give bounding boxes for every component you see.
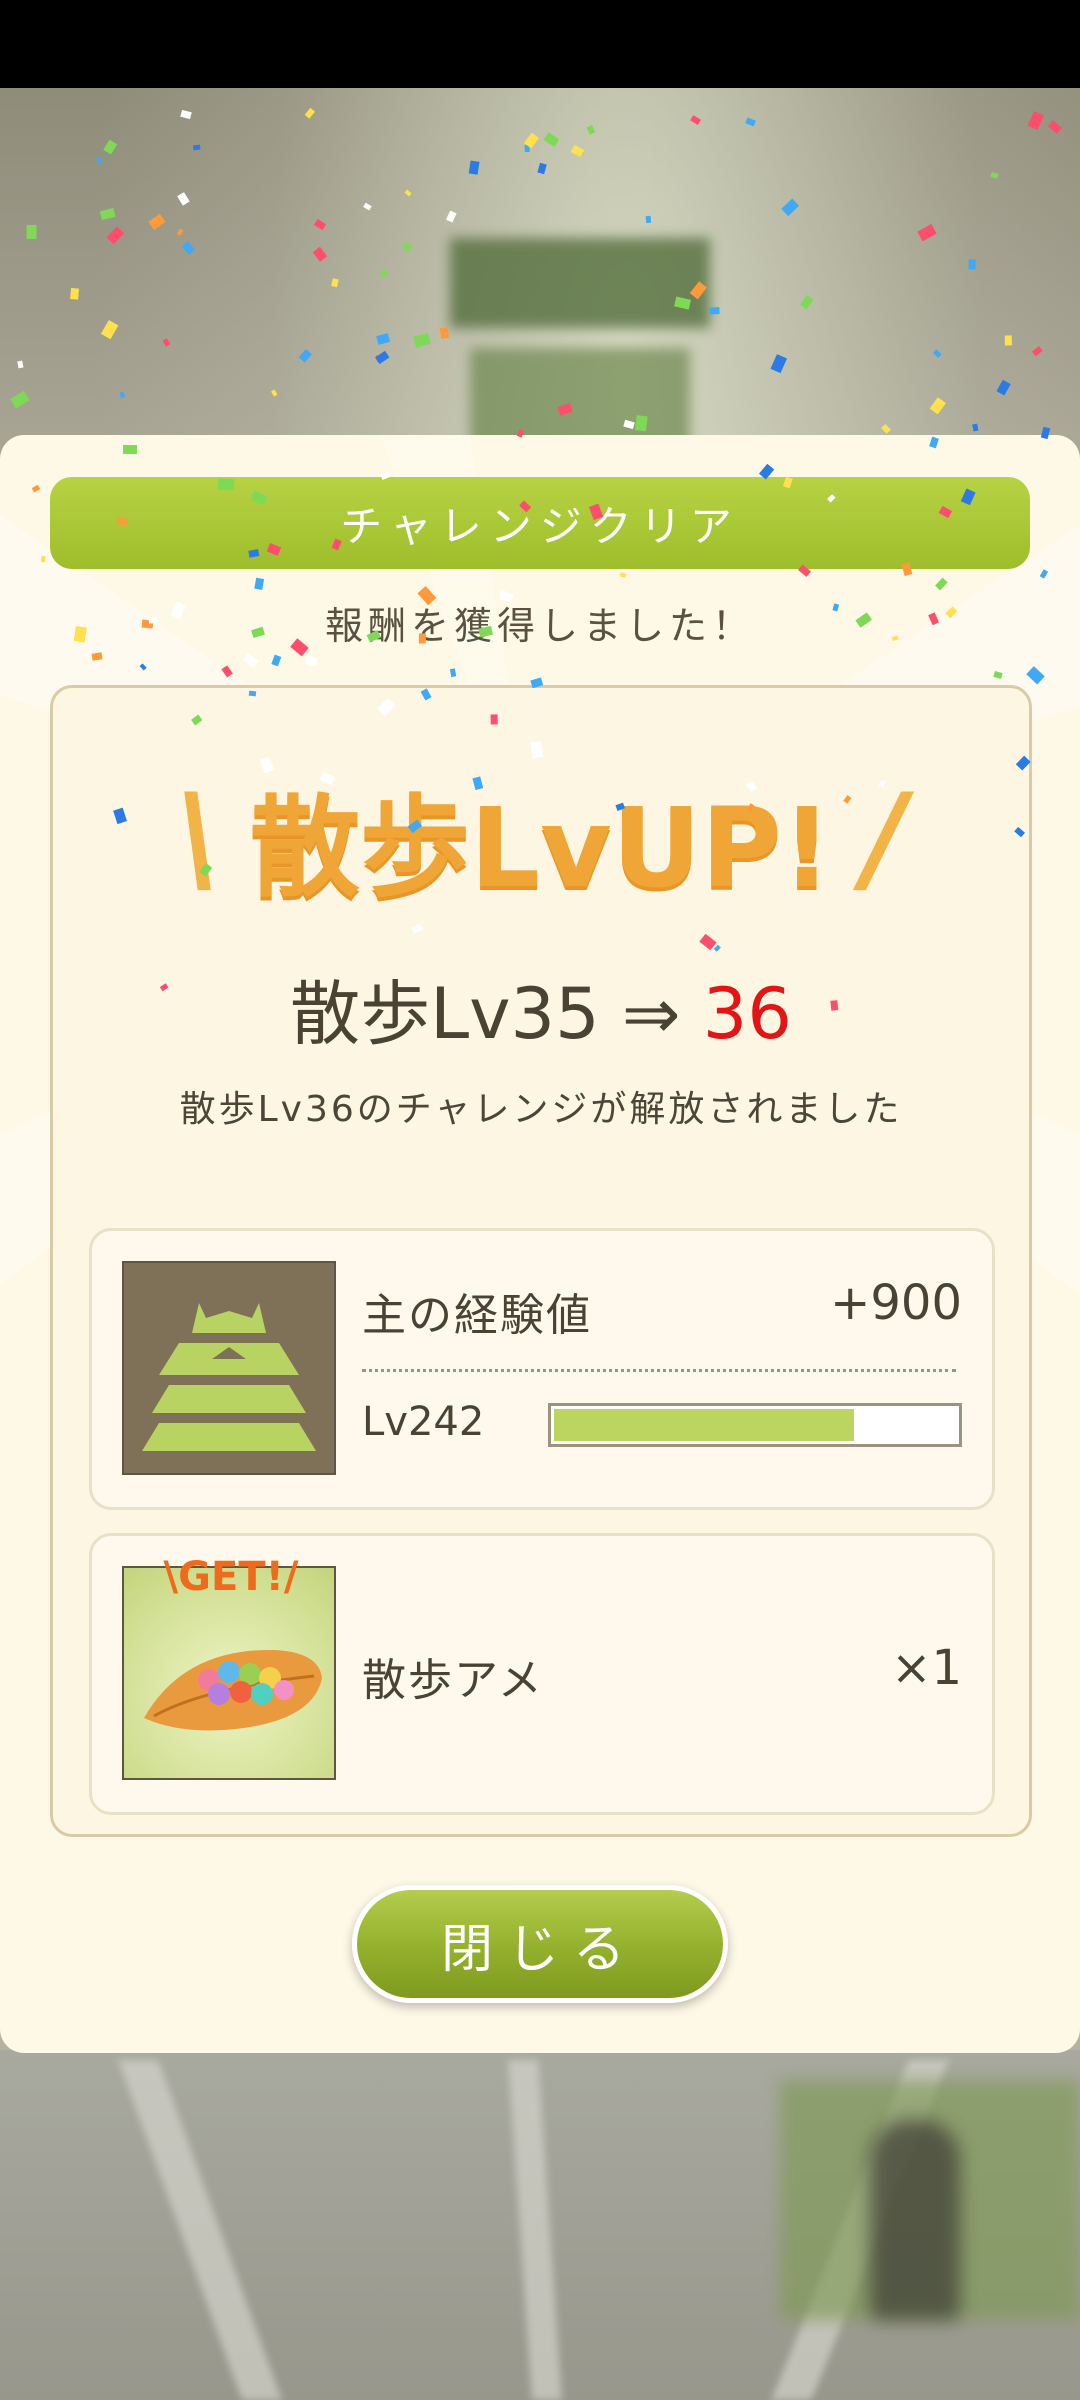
level-change-from: 散歩Lv35 ⇒ [290,973,703,1055]
confetti-piece [70,287,80,300]
candy-leaf-icon: \GET!/ [122,1554,336,1780]
confetti-piece [968,259,977,270]
confetti-piece [490,714,498,725]
experience-label: 主の経験値 [362,1290,592,1341]
confetti-piece [149,616,159,624]
level-up-title: 散歩LvUP! [250,784,832,912]
confetti-piece [192,144,201,151]
experience-progress-bar [548,1403,962,1447]
reward-card: \ 散歩LvUP! / 散歩Lv35 ⇒ 36 散歩Lv36のチャレンジが解放さ… [50,685,1032,1837]
confetti-piece [619,571,627,578]
dialog-title: チャレンジクリア [50,477,1030,569]
confetti-piece [217,478,234,491]
confetti-piece [449,668,457,678]
close-button[interactable]: 閉じる [352,1885,728,2003]
reward-message: 報酬を獲得しました！ [324,604,755,648]
candy-quantity: ×1 [891,1640,962,1696]
confetti-piece [971,423,978,432]
confetti-piece [468,160,480,175]
candy-label: 散歩アメ [362,1655,544,1706]
player-level: Lv242 [362,1399,485,1445]
confetti-piece [990,171,999,179]
new-level: 36 [702,973,792,1055]
confetti-piece [530,741,544,759]
reward-item-candy: \GET!/ 散歩アメ ×1 [89,1533,995,1815]
status-bar [0,0,1080,88]
banner-right-slash: / [849,768,919,908]
confetti-piece [27,224,37,239]
castle-icon [122,1261,336,1475]
unlock-message: 散歩Lv36のチャレンジが解放されました [179,1089,903,1130]
level-change: 散歩Lv35 ⇒ 36 [53,958,1029,1059]
reward-item-experience: 主の経験値 +900 Lv242 [89,1228,995,1510]
banner-left-slash: \ [163,768,233,908]
confetti-piece [91,651,103,661]
divider [362,1369,956,1372]
background-person [870,2120,960,2320]
confetti-piece [123,444,138,455]
confetti-piece [1004,335,1013,347]
experience-value: +900 [830,1275,962,1331]
get-badge: \GET!/ [163,1554,299,1600]
level-up-banner: \ 散歩LvUP! / [53,769,1029,913]
experience-progress-fill [554,1409,854,1441]
confetti-piece [418,633,426,645]
confetti-piece [248,548,260,558]
confetti-piece [829,1000,839,1012]
confetti-piece [708,306,720,315]
confetti-piece [439,326,450,339]
